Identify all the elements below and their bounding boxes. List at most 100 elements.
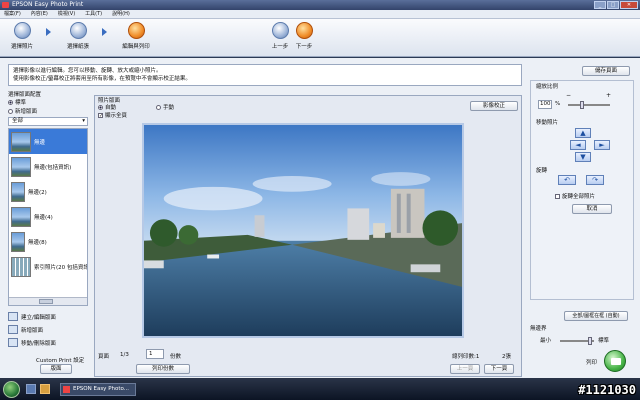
zoom-in-icon[interactable]: + [606, 92, 611, 99]
create-edit-layout-button[interactable]: 建立/編輯版面 [8, 310, 90, 323]
checkmark-icon: ✓ [98, 113, 104, 119]
radio-manual[interactable]: 手動 [156, 103, 174, 111]
arrow-left-icon: ◄ [575, 141, 581, 149]
slider-standard-label: 標準 [598, 338, 610, 344]
message-line-2: 使用影像校正/螢幕校正將套用至所有影像，在預覽中不會顯示校正結果。 [13, 76, 191, 82]
move-down-button[interactable]: ▼ [575, 152, 591, 162]
rotate-right-icon: ↷ [592, 176, 598, 184]
radio-auto[interactable]: 自動 [98, 103, 116, 111]
layout-item-index-20[interactable]: 索引照片(20 包括資訊) [9, 254, 87, 279]
custom-print-label: Custom Print 設定 [36, 358, 85, 364]
message-line-1: 選擇影像以進行編輯。您可以移動、旋轉、放大或縮小照片。 [13, 68, 162, 74]
instruction-message: 選擇影像以進行編輯。您可以移動、旋轉、放大或縮小照片。 使用影像校正/螢幕校正將… [8, 64, 522, 86]
app-icon [63, 386, 70, 393]
step-select-paper[interactable]: 選擇紙張 [60, 22, 96, 50]
menu-edit[interactable]: 內容(E) [31, 10, 48, 18]
layout-item-borderless-4[interactable]: 無邊(4) [9, 204, 87, 229]
app-icon [2, 2, 9, 8]
layout-delete-icon [8, 338, 18, 347]
step-arrow-icon [46, 28, 51, 36]
next-page-button[interactable]: 下一頁 [484, 364, 514, 374]
scrollbar-thumb[interactable] [39, 299, 53, 304]
arrow-up-icon: ▲ [580, 129, 586, 137]
radio-off-icon [8, 109, 13, 114]
quick-launch-icon[interactable] [40, 384, 50, 394]
redo-icon [295, 22, 313, 39]
total-print-count: 2張 [502, 354, 511, 360]
layout-item-borderless[interactable]: 無邊 [9, 129, 87, 154]
expansion-slider-knob[interactable] [588, 337, 592, 345]
layout-preview [11, 206, 31, 227]
show-full-page-checkbox[interactable]: ✓ 顯示全頁 [98, 111, 127, 119]
close-button[interactable]: ✕ [620, 1, 638, 9]
maximize-button[interactable]: □ [607, 1, 619, 9]
zoom-input[interactable]: 100 [538, 100, 552, 109]
print-button[interactable] [604, 350, 626, 372]
checkbox-icon [555, 194, 560, 199]
zoom-out-icon[interactable]: − [566, 92, 571, 99]
cancel-button[interactable]: 取消 [572, 204, 612, 214]
step-select-photos[interactable]: 選擇照片 [4, 22, 40, 50]
menu-bar: 檔案(F) 內容(E) 檢視(V) 工具(T) 說明(H) [0, 10, 640, 19]
add-layout-button[interactable]: 新增版面 [8, 323, 90, 336]
redo-button[interactable]: 下一步 [290, 22, 318, 50]
chevron-down-icon: ▾ [82, 118, 85, 124]
zoom-slider[interactable] [568, 101, 610, 109]
image-correction-button[interactable]: 影像校正 [470, 101, 518, 111]
layout-preview [11, 181, 25, 202]
fit-all-auto-button[interactable]: 全部/圖框在框 (自動) [564, 311, 628, 321]
start-button[interactable] [3, 381, 20, 398]
window-title-bar: EPSON Easy Photo Print [0, 0, 640, 10]
layout-preview [11, 131, 31, 152]
layout-title: 選擇版面配置 [8, 92, 42, 98]
print-label: 列印 [586, 360, 598, 366]
layout-actions: 建立/編輯版面 新增版面 移動/刪除版面 [8, 310, 90, 349]
layout-preview [11, 231, 25, 252]
edit-controls-panel [530, 80, 634, 300]
slider-min-label: 最小 [540, 338, 552, 344]
radio-on-icon [98, 105, 103, 110]
window-controls: _ □ ✕ [594, 1, 638, 9]
layout-edit-icon [8, 312, 18, 321]
menu-help[interactable]: 說明(H) [112, 10, 130, 18]
rotate-right-button[interactable]: ↷ [586, 175, 604, 185]
previous-page-button[interactable]: 上一頁 [450, 364, 480, 374]
show-desktop-icon[interactable] [26, 384, 36, 394]
expansion-slider[interactable] [560, 337, 594, 345]
move-delete-layout-button[interactable]: 移動/刪除版面 [8, 336, 90, 349]
radio-new-layout[interactable]: 新增版面 [8, 107, 37, 115]
save-page-button[interactable]: 儲存頁面 [582, 66, 630, 76]
layout-preview [11, 156, 31, 177]
copies-stepper[interactable]: 1 [146, 349, 164, 359]
print-icon [127, 22, 145, 39]
layout-settings-button[interactable]: 版面 [40, 364, 72, 374]
print-copies-button[interactable]: 列印份數 [136, 364, 190, 374]
menu-view[interactable]: 檢視(V) [58, 10, 75, 18]
move-photo-title: 移動照片 [536, 120, 559, 126]
photo-preview [144, 125, 462, 336]
layout-item-borderless-2[interactable]: 無邊(2) [9, 179, 87, 204]
layout-item-borderless-info[interactable]: 無邊(包括資訊) [9, 154, 87, 179]
menu-file[interactable]: 檔案(F) [4, 10, 21, 18]
zoom-slider-knob[interactable] [580, 101, 584, 109]
layout-add-icon [8, 325, 18, 334]
layout-filter-select[interactable]: 全部 ▾ [8, 117, 88, 126]
menu-tools[interactable]: 工具(T) [85, 10, 102, 18]
rotate-all-checkbox[interactable]: 旋轉全部照片 [555, 192, 595, 200]
move-up-button[interactable]: ▲ [575, 128, 591, 138]
taskbar-app-item[interactable]: EPSON Easy Photo... [60, 383, 136, 396]
move-right-button[interactable]: ► [594, 140, 610, 150]
radio-off-icon [156, 105, 161, 110]
step-edit-print[interactable]: 編輯與列印 [114, 22, 158, 50]
minimize-button[interactable]: _ [594, 1, 606, 9]
layout-item-borderless-8[interactable]: 無邊(8) [9, 229, 87, 254]
radio-standard[interactable]: 標準 [8, 98, 26, 106]
photos-icon [13, 22, 31, 39]
horizontal-scrollbar[interactable] [9, 297, 87, 305]
rotate-left-icon: ↶ [564, 176, 570, 184]
radio-on-icon [8, 100, 13, 105]
photo-preview-frame[interactable] [142, 123, 464, 338]
move-left-button[interactable]: ◄ [570, 140, 586, 150]
rotate-left-button[interactable]: ↶ [558, 175, 576, 185]
step-arrow-icon [102, 28, 107, 36]
